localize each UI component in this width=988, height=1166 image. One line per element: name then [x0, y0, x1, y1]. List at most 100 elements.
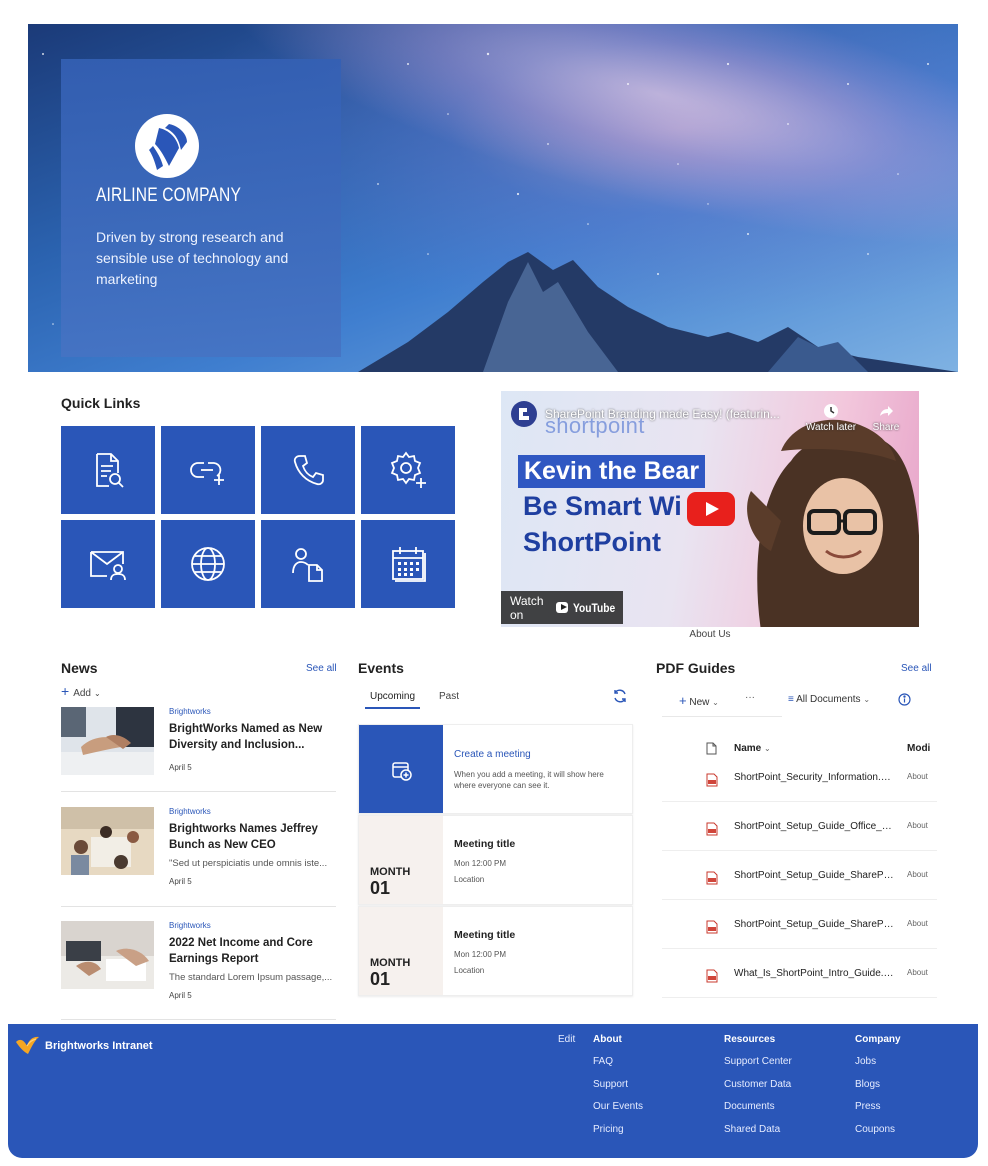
news-date: April 5 [169, 877, 192, 886]
tab-upcoming[interactable]: Upcoming [370, 691, 415, 702]
footer-link-support[interactable]: Support [593, 1079, 628, 1090]
news-item[interactable]: Brightworks BrightWorks Named as New Div… [61, 707, 336, 787]
video-headline-2: Be Smart Wi [523, 491, 682, 521]
shortpoint-channel-icon[interactable] [511, 401, 537, 427]
footer-heading-resources[interactable]: Resources [724, 1034, 775, 1045]
news-headline[interactable]: Brightworks Names Jeffrey Bunch as New C… [169, 821, 334, 853]
document-row[interactable]: ShortPoint_Setup_Guide_SharePoi... About [662, 909, 937, 949]
document-name[interactable]: ShortPoint_Setup_Guide_SharePoi... [734, 870, 894, 881]
footer-brand[interactable]: Brightworks Intranet [45, 1040, 153, 1052]
quick-link-calendar[interactable] [361, 520, 455, 608]
chevron-down-icon: ⌄ [764, 744, 771, 753]
event-title[interactable]: Meeting title [454, 929, 515, 941]
view-selector[interactable]: ≡ All Documents ⌄ [788, 694, 870, 705]
document-name[interactable]: ShortPoint_Security_Information.p... [734, 772, 894, 783]
hero-tagline: Driven by strong research and sensible u… [96, 229, 289, 287]
quick-link-mail-contact[interactable] [61, 520, 155, 608]
video-caption: About Us [689, 629, 731, 640]
watch-later-label: Watch later [805, 422, 857, 433]
more-options-button[interactable]: ··· [745, 692, 755, 703]
footer-heading-company[interactable]: Company [855, 1034, 901, 1045]
view-label: All Documents [796, 694, 861, 705]
file-type-icon [706, 742, 717, 755]
footer-link-customer-data[interactable]: Customer Data [724, 1079, 791, 1090]
column-header-modified[interactable]: Modi [907, 743, 930, 754]
news-excerpt: The standard Lorem Ipsum passage,... [169, 972, 333, 983]
video-title[interactable]: SharePoint Branding made Easy! (featurin… [545, 407, 780, 421]
quick-link-website[interactable] [161, 520, 255, 608]
footer-heading-about[interactable]: About [593, 1034, 622, 1045]
footer-link-pricing[interactable]: Pricing [593, 1124, 624, 1135]
document-name[interactable]: ShortPoint_Setup_Guide_SharePoi... [734, 919, 894, 930]
event-month: MONTH [370, 866, 411, 878]
refresh-icon[interactable] [612, 688, 628, 704]
footer-link-support-center[interactable]: Support Center [724, 1056, 792, 1067]
bear-costume-person-image [747, 419, 919, 627]
footer-link-press[interactable]: Press [855, 1101, 881, 1112]
footer-link-faq[interactable]: FAQ [593, 1056, 613, 1067]
news-thumbnail-handshake [61, 707, 154, 775]
quick-link-phone[interactable] [261, 426, 355, 514]
news-item[interactable]: Brightworks 2022 Net Income and Core Ear… [61, 921, 336, 1006]
news-thumbnail-meeting [61, 807, 154, 875]
pdf-file-icon [706, 920, 718, 934]
pdf-guides-title: PDF Guides [656, 660, 736, 676]
quick-link-person-document[interactable] [261, 520, 355, 608]
event-day: 01 [370, 878, 391, 898]
footer-link-jobs[interactable]: Jobs [855, 1056, 876, 1067]
active-tab-indicator [365, 707, 420, 709]
news-see-all-link[interactable]: See all [306, 663, 337, 674]
document-row[interactable]: ShortPoint_Setup_Guide_Office_3... About [662, 811, 937, 851]
footer-edit-link[interactable]: Edit [558, 1034, 575, 1045]
document-modified: About [907, 968, 928, 977]
news-title: News [61, 660, 98, 676]
quick-link-settings-add[interactable] [361, 426, 455, 514]
create-meeting-card[interactable]: Create a meeting When you add a meeting,… [358, 724, 633, 814]
quick-link-add-link[interactable] [161, 426, 255, 514]
event-time: Mon 12:00 PM [454, 950, 507, 959]
pdf-see-all-link[interactable]: See all [901, 663, 932, 674]
footer-link-documents[interactable]: Documents [724, 1101, 775, 1112]
document-name[interactable]: ShortPoint_Setup_Guide_Office_3... [734, 821, 894, 832]
info-icon[interactable] [898, 693, 911, 706]
video-player[interactable]: shortpoint SharePoint Branding made Easy… [501, 391, 919, 627]
plus-icon: + [61, 683, 70, 699]
news-headline[interactable]: 2022 Net Income and Core Earnings Report [169, 935, 334, 967]
news-add-button[interactable]: + Add ⌄ [61, 683, 101, 699]
event-title[interactable]: Meeting title [454, 838, 515, 850]
document-modified: About [907, 821, 928, 830]
news-category: Brightworks [169, 707, 211, 716]
person-document-icon [292, 548, 323, 582]
news-date: April 5 [169, 763, 192, 772]
column-header-name[interactable]: Name ⌄ [734, 743, 771, 754]
footer-link-blogs[interactable]: Blogs [855, 1079, 880, 1090]
news-category: Brightworks [169, 807, 211, 816]
footer-link-coupons[interactable]: Coupons [855, 1124, 895, 1135]
mail-person-icon [90, 551, 126, 581]
document-name[interactable]: What_Is_ShortPoint_Intro_Guide.p... [734, 968, 894, 979]
new-label: New [689, 697, 710, 708]
quick-link-document-search[interactable] [61, 426, 155, 514]
youtube-play-button[interactable] [687, 492, 735, 526]
video-headline-3: ShortPoint [523, 527, 661, 557]
event-card[interactable]: MONTH 01 Meeting title Mon 12:00 PM Loca… [358, 906, 633, 996]
event-card[interactable]: MONTH 01 Meeting title Mon 12:00 PM Loca… [358, 815, 633, 905]
news-item[interactable]: Brightworks Brightworks Names Jeffrey Bu… [61, 807, 336, 892]
new-document-button[interactable]: + New ⌄ [679, 693, 719, 708]
share-button[interactable]: Share [871, 403, 901, 433]
news-headline[interactable]: BrightWorks Named as New Diversity and I… [169, 721, 334, 753]
document-row[interactable]: What_Is_ShortPoint_Intro_Guide.p... Abou… [662, 958, 937, 998]
share-arrow-icon [880, 406, 893, 416]
create-meeting-link[interactable]: Create a meeting [454, 749, 531, 760]
news-date: April 5 [169, 991, 192, 1000]
tab-past[interactable]: Past [439, 691, 459, 702]
document-row[interactable]: ShortPoint_Setup_Guide_SharePoi... About [662, 860, 937, 900]
document-row[interactable]: ShortPoint_Security_Information.p... Abo… [662, 762, 937, 802]
watch-on-label: Watch on [510, 593, 544, 622]
footer-link-our-events[interactable]: Our Events [593, 1101, 643, 1112]
watch-later-button[interactable]: Watch later [801, 403, 861, 433]
news-category: Brightworks [169, 921, 211, 930]
globe-icon [191, 547, 225, 581]
footer-link-shared-data[interactable]: Shared Data [724, 1124, 780, 1135]
watch-on-youtube-button[interactable]: Watch on YouTube [501, 591, 623, 624]
